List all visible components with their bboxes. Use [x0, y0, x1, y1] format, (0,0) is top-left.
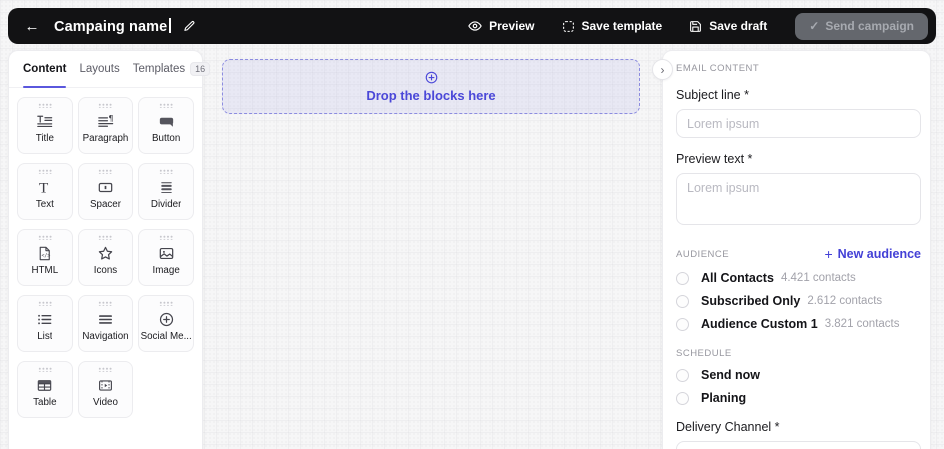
panel-tabs: Content Layouts Templates 16: [9, 51, 211, 88]
audience-option-custom-1[interactable]: Audience Custom 1 3.821 contacts: [676, 317, 921, 331]
drag-handle-icon: [37, 367, 52, 372]
topbar: ← Campaing name Preview Save template Sa…: [8, 8, 936, 44]
block-html[interactable]: </> HTML: [17, 229, 73, 286]
block-video[interactable]: Video: [77, 361, 134, 418]
email-canvas: Drop the blocks here: [203, 50, 662, 449]
eye-icon: [468, 19, 482, 33]
block-image[interactable]: Image: [138, 229, 194, 286]
paragraph-icon: ¶: [96, 110, 115, 132]
title-icon: [35, 110, 54, 132]
radio-button[interactable]: [676, 271, 689, 285]
drag-handle-icon: [37, 301, 52, 306]
block-paragraph[interactable]: ¶ Paragraph: [77, 97, 134, 154]
delivery-channel-label: Delivery Channel *: [676, 420, 780, 434]
drag-handle-icon: [98, 103, 113, 108]
subject-line-input[interactable]: [676, 109, 921, 138]
svg-text:T: T: [39, 179, 49, 196]
blocks-panel: Content Layouts Templates 16 Title ¶ Par…: [8, 50, 211, 449]
radio-button[interactable]: [676, 294, 689, 308]
blocks-grid: Title ¶ Paragraph Button T Text Spacer D…: [9, 88, 202, 427]
block-divider[interactable]: Divider: [138, 163, 194, 220]
block-navigation[interactable]: Navigation: [77, 295, 134, 352]
drag-handle-icon: [37, 103, 52, 108]
send-campaign-button[interactable]: ✓ Send campaign: [795, 12, 928, 40]
block-icons[interactable]: Icons: [77, 229, 134, 286]
circle-plus-icon: [157, 308, 176, 330]
settings-panel: › EMAIL CONTENT Subject line * Preview t…: [652, 50, 931, 449]
plus-circle-icon: [424, 70, 439, 85]
drag-handle-icon: [159, 235, 174, 240]
block-text[interactable]: T Text: [17, 163, 73, 220]
block-spacer[interactable]: Spacer: [77, 163, 134, 220]
tab-templates[interactable]: Templates 16: [133, 51, 211, 87]
preview-text-label: Preview text *: [676, 152, 753, 166]
audience-option-all-contacts[interactable]: All Contacts 4.421 contacts: [676, 271, 921, 285]
floppy-save-icon: [689, 20, 702, 33]
svg-text:¶: ¶: [108, 114, 113, 123]
drag-handle-icon: [37, 235, 52, 240]
drag-handle-icon: [98, 169, 113, 174]
drag-handle-icon: [98, 301, 113, 306]
edit-name-button[interactable]: [183, 20, 196, 33]
video-icon: [96, 374, 115, 396]
plus-icon: +: [824, 246, 833, 262]
audience-section-label: AUDIENCE: [676, 248, 730, 260]
html-icon: </>: [35, 242, 54, 264]
drag-handle-icon: [98, 367, 113, 372]
schedule-option-planing[interactable]: Planing: [676, 391, 921, 405]
image-icon: [157, 242, 176, 264]
topbar-actions: Preview Save template Save draft ✓ Send …: [468, 12, 928, 40]
table-icon: [35, 374, 54, 396]
back-button[interactable]: ←: [20, 14, 44, 38]
text-cursor: [169, 17, 171, 33]
radio-button[interactable]: [676, 317, 689, 331]
delivery-channel-select[interactable]: Choose the channel: [676, 441, 921, 449]
dropzone-label: Drop the blocks here: [366, 88, 496, 103]
block-table[interactable]: Table: [17, 361, 73, 418]
radio-button[interactable]: [676, 391, 689, 405]
email-content-section-label: EMAIL CONTENT: [676, 63, 760, 74]
divider-icon: [157, 176, 176, 198]
drag-handle-icon: [37, 169, 52, 174]
dropzone[interactable]: Drop the blocks here: [222, 59, 640, 114]
check-icon: ✓: [809, 19, 820, 33]
audience-option-subscribed-only[interactable]: Subscribed Only 2.612 contacts: [676, 294, 921, 308]
tab-content[interactable]: Content: [23, 51, 67, 88]
block-button[interactable]: Button: [138, 97, 194, 154]
hamburger-menu-icon: [96, 308, 115, 330]
preview-text-input[interactable]: [676, 173, 921, 225]
drag-handle-icon: [159, 103, 174, 108]
campaign-name-input[interactable]: Campaing name: [54, 17, 171, 35]
collapse-panel-button[interactable]: ›: [652, 59, 673, 80]
block-list[interactable]: List: [17, 295, 73, 352]
dashed-frame-icon: [562, 20, 575, 33]
schedule-section-label: SCHEDULE: [676, 348, 732, 359]
new-audience-button[interactable]: + New audience: [824, 246, 921, 262]
button-icon: [157, 110, 176, 132]
save-template-button[interactable]: Save template: [562, 19, 662, 33]
main-area: Content Layouts Templates 16 Title ¶ Par…: [8, 50, 931, 449]
campaign-builder-app: ← Campaing name Preview Save template Sa…: [0, 0, 944, 449]
spacer-icon: [96, 176, 115, 198]
block-title[interactable]: Title: [17, 97, 73, 154]
pencil-icon: [183, 20, 196, 33]
star-icon: [96, 242, 115, 264]
drag-handle-icon: [98, 235, 113, 240]
block-social-media[interactable]: Social Me...: [138, 295, 194, 352]
list-icon: [35, 308, 54, 330]
schedule-option-send-now[interactable]: Send now: [676, 368, 921, 382]
subject-line-label: Subject line *: [676, 88, 749, 102]
drag-handle-icon: [159, 301, 174, 306]
chevron-right-icon: ›: [660, 62, 665, 77]
drag-handle-icon: [159, 169, 174, 174]
back-arrow-icon: ←: [24, 17, 40, 35]
save-draft-button[interactable]: Save draft: [689, 19, 767, 33]
svg-text:</>: </>: [42, 252, 51, 258]
preview-button[interactable]: Preview: [468, 19, 535, 33]
text-icon: T: [35, 176, 54, 198]
radio-button[interactable]: [676, 368, 689, 382]
tab-layouts[interactable]: Layouts: [79, 51, 119, 87]
